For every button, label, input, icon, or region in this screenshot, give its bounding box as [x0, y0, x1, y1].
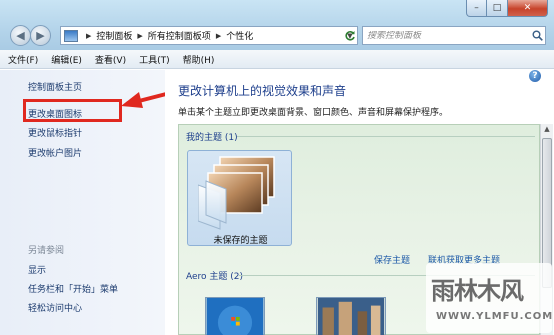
search-icon[interactable] [529, 28, 545, 44]
menu-view[interactable]: 查看(V) [95, 53, 126, 66]
window-controls: – □ ✕ [466, 0, 548, 17]
see-also-heading: 另请参阅 [28, 246, 65, 256]
menu-file[interactable]: 文件(F) [8, 53, 38, 66]
close-button[interactable]: ✕ [508, 0, 548, 17]
breadcrumb-separator-icon[interactable]: ▶ [86, 32, 91, 40]
watermark-logo: 雨林木风 WWW.YLMFU.COM [426, 263, 552, 333]
breadcrumb-separator-icon[interactable]: ▶ [137, 32, 142, 40]
group-divider [237, 136, 535, 137]
sidebar-item-mouse-pointer[interactable]: 更改鼠标指针 [28, 126, 82, 139]
watermark-title: 雨林木风 [431, 276, 524, 305]
breadcrumb-personalization[interactable]: 个性化 [226, 29, 253, 42]
save-theme-link[interactable]: 保存主题 [374, 253, 410, 266]
breadcrumb-all-items[interactable]: 所有控制面板项 [148, 29, 211, 42]
theme-name-label: 未保存的主题 [213, 236, 268, 246]
page-title: 更改计算机上的视觉效果和声音 [178, 84, 347, 98]
unsaved-theme-tile[interactable]: 未保存的主题 [187, 150, 292, 246]
menu-help[interactable]: 帮助(H) [183, 53, 215, 66]
scroll-up-icon[interactable]: ▲ [542, 125, 552, 137]
sidebar-item-ease-of-access[interactable]: 轻松访问中心 [28, 301, 82, 314]
my-themes-label: 我的主题 (1) [186, 133, 238, 143]
address-bar[interactable]: ▶ 控制面板 ▶ 所有控制面板项 ▶ 个性化 ▼ [60, 26, 358, 45]
theme-preview-image [198, 156, 275, 230]
aero-themes-label: Aero 主题 (2) [186, 272, 244, 282]
search-box[interactable] [362, 26, 546, 45]
back-arrow-icon: ◀ [16, 29, 25, 42]
menu-tools[interactable]: 工具(T) [139, 53, 170, 66]
watermark-url: WWW.YLMFU.COM [436, 311, 554, 322]
windows-theme-thumbnail[interactable] [205, 297, 265, 335]
help-icon[interactable]: ? [529, 70, 541, 82]
minimize-button[interactable]: – [466, 0, 487, 17]
sidebar-item-account-picture[interactable]: 更改帐户图片 [28, 146, 82, 159]
breadcrumb-control-panel[interactable]: 控制面板 [96, 29, 132, 42]
architecture-theme-thumbnail[interactable] [316, 297, 386, 335]
window-chrome: – □ ✕ ◀ ▶ ▶ 控制面板 ▶ 所有控制面板项 ▶ 个性化 ▼ [0, 0, 554, 50]
forward-arrow-icon: ▶ [36, 29, 45, 42]
back-button[interactable]: ◀ [10, 25, 31, 46]
annotation-highlight-box [23, 99, 122, 122]
menu-edit[interactable]: 编辑(E) [51, 53, 82, 66]
sidebar-item-taskbar[interactable]: 任务栏和「开始」菜单 [28, 282, 118, 295]
forward-button[interactable]: ▶ [30, 25, 51, 46]
breadcrumb-separator-icon[interactable]: ▶ [216, 32, 221, 40]
sidebar-item-home[interactable]: 控制面板主页 [28, 80, 82, 93]
menu-bar: 文件(F) 编辑(E) 查看(V) 工具(T) 帮助(H) [0, 50, 554, 69]
sidebar-item-display[interactable]: 显示 [28, 263, 46, 276]
refresh-icon[interactable] [342, 27, 357, 44]
maximize-button[interactable]: □ [487, 0, 508, 17]
page-subtitle: 单击某个主题立即更改桌面背景、窗口颜色、声音和屏幕保护程序。 [178, 108, 449, 118]
control-panel-icon [64, 29, 78, 42]
search-input[interactable] [367, 30, 529, 41]
